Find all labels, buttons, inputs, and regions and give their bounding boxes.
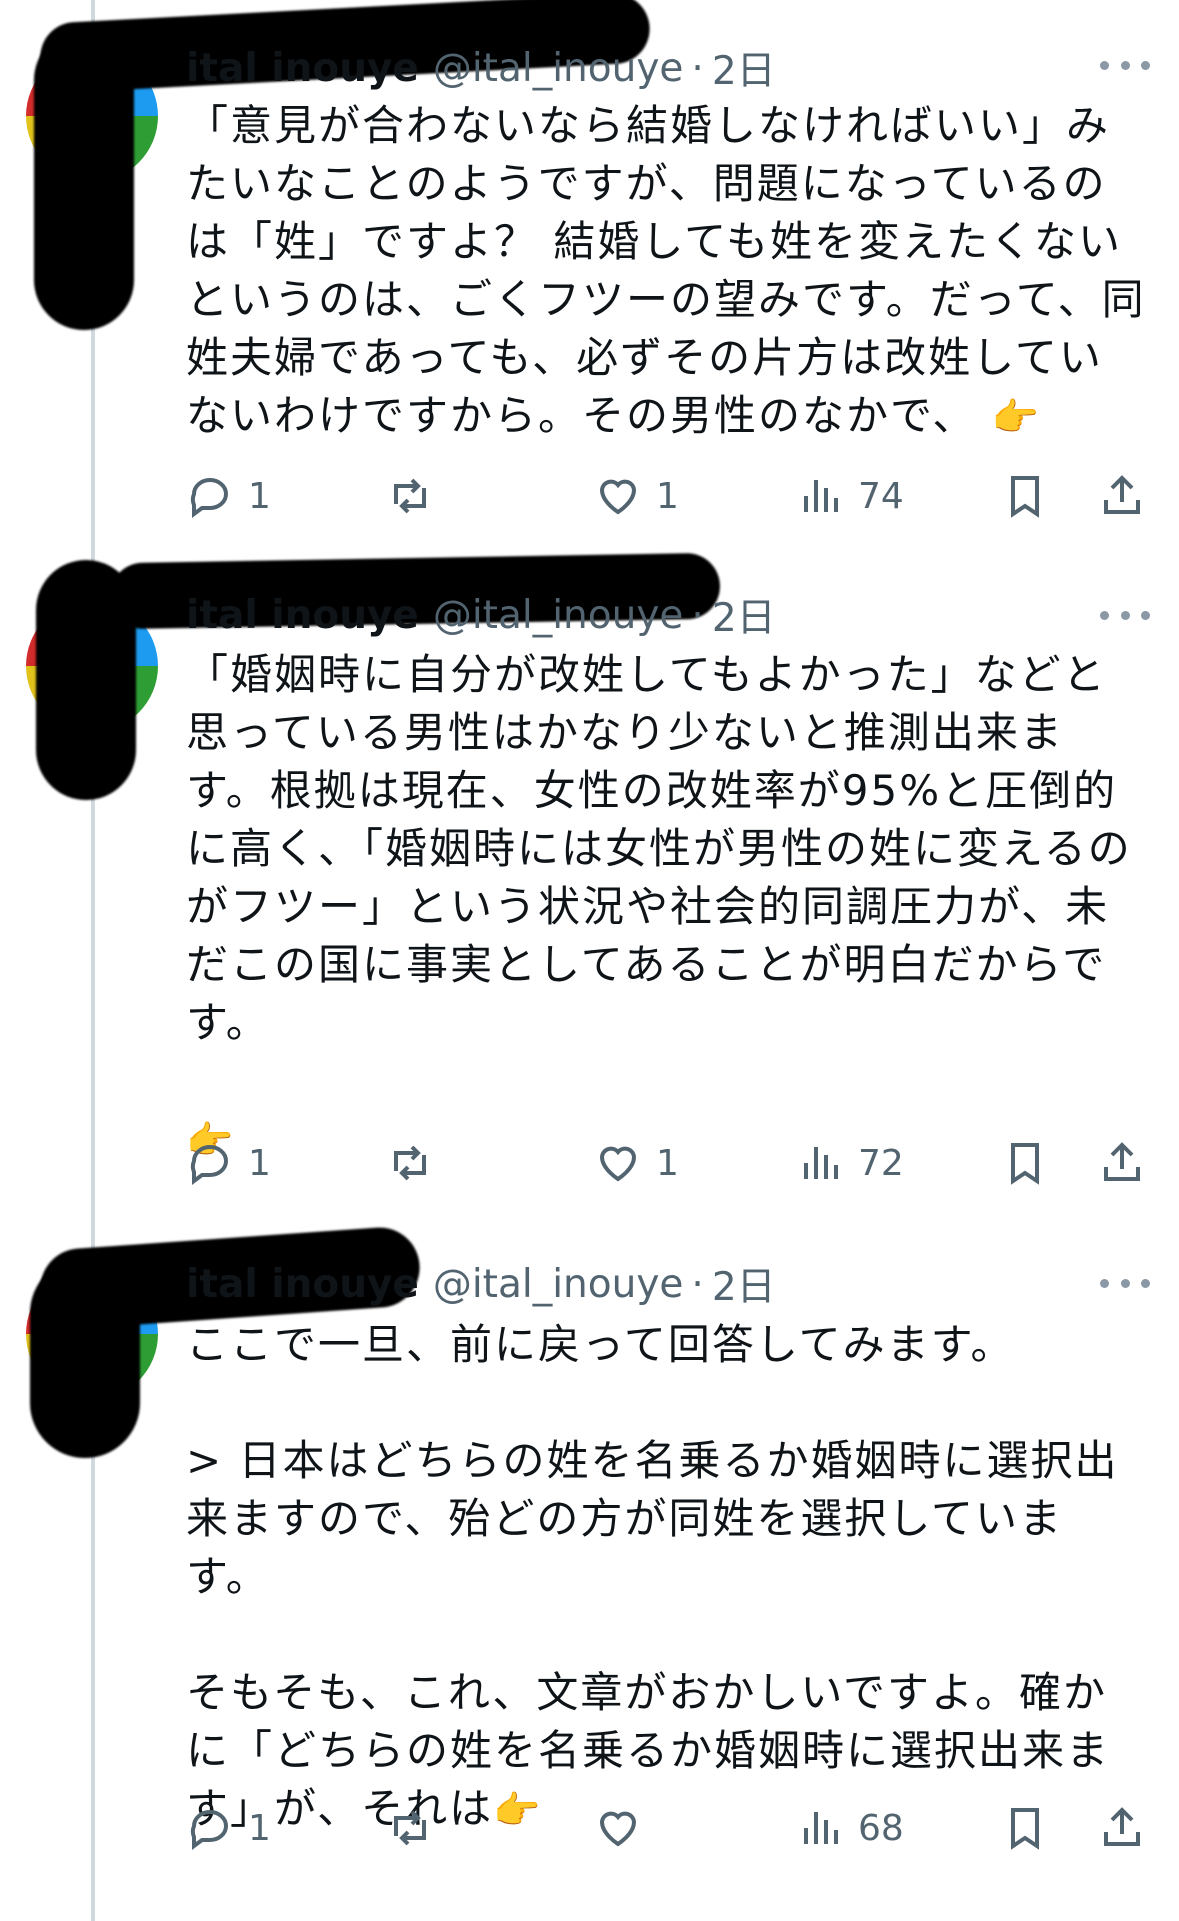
repost-icon xyxy=(394,1810,426,1846)
share-button[interactable] xyxy=(1098,466,1146,526)
separator-dot: · xyxy=(691,592,704,638)
timestamp[interactable]: 2日 xyxy=(712,587,776,643)
bookmark-button[interactable] xyxy=(1001,466,1049,526)
separator-dot: · xyxy=(691,45,704,91)
like-count: 1 xyxy=(656,475,679,517)
action-bar: 1 1 72 xyxy=(186,1133,1146,1193)
heart-icon xyxy=(599,1146,637,1182)
like-button[interactable] xyxy=(594,1798,656,1858)
bookmark-icon xyxy=(1011,476,1039,518)
repost-button[interactable] xyxy=(386,1133,434,1193)
reply-icon xyxy=(190,1145,228,1185)
views-button[interactable]: 72 xyxy=(796,1133,904,1193)
tweet-header: ital inouye @ital_inouye · 2日 xyxy=(186,1254,776,1314)
user-handle[interactable]: @ital_inouye xyxy=(433,593,684,638)
timestamp[interactable]: 2日 xyxy=(712,40,776,96)
reply-count: 1 xyxy=(248,1807,271,1849)
views-button[interactable]: 68 xyxy=(796,1798,904,1858)
reply-button[interactable]: 1 xyxy=(186,466,271,526)
heart-icon xyxy=(599,1811,637,1847)
views-icon xyxy=(804,480,838,512)
separator-dot: · xyxy=(691,1261,704,1307)
bookmark-icon xyxy=(1011,1143,1039,1185)
like-button[interactable]: 1 xyxy=(594,1133,679,1193)
timestamp[interactable]: 2日 xyxy=(712,1256,776,1312)
action-bar: 1 68 xyxy=(186,1798,1146,1858)
user-handle[interactable]: @ital_inouye xyxy=(433,46,684,91)
view-count: 72 xyxy=(858,1142,904,1184)
share-icon xyxy=(1104,1807,1140,1846)
view-count: 68 xyxy=(858,1807,904,1849)
bookmark-icon xyxy=(1011,1808,1039,1850)
reply-icon xyxy=(190,1810,228,1850)
share-button[interactable] xyxy=(1098,1798,1146,1858)
views-button[interactable]: 74 xyxy=(796,466,904,526)
repost-icon xyxy=(394,478,426,514)
more-icon[interactable] xyxy=(1100,605,1150,625)
repost-button[interactable] xyxy=(386,1798,434,1858)
tweet-text: 「意見が合わないなら結婚しなければいい」みたいなことのようですが、問題になってい… xyxy=(186,101,1146,440)
display-name[interactable]: ital inouye xyxy=(186,1262,419,1307)
more-icon[interactable] xyxy=(1100,55,1150,75)
bookmark-button[interactable] xyxy=(1001,1133,1049,1193)
like-count: 1 xyxy=(656,1142,679,1184)
views-icon xyxy=(804,1812,838,1844)
views-icon xyxy=(804,1147,838,1179)
share-icon xyxy=(1104,1142,1140,1181)
bookmark-button[interactable] xyxy=(1001,1798,1049,1858)
reply-count: 1 xyxy=(248,475,271,517)
repost-button[interactable] xyxy=(386,466,434,526)
share-icon xyxy=(1104,475,1140,514)
like-button[interactable]: 1 xyxy=(594,466,679,526)
repost-icon xyxy=(394,1145,426,1181)
display-name[interactable]: ital inouye xyxy=(186,46,419,91)
view-count: 74 xyxy=(858,475,904,517)
display-name[interactable]: ital inouye xyxy=(186,593,419,638)
reply-button[interactable]: 1 xyxy=(186,1133,271,1193)
more-icon[interactable] xyxy=(1100,1273,1150,1293)
pointing-hand-emoji: 👉 xyxy=(991,395,1042,439)
tweet-text: ここで一旦、前に戻って回答してみます。 > 日本はどちらの姓を名乗るか婚姻時に選… xyxy=(186,1320,1119,1833)
tweet-header: ital inouye @ital_inouye · 2日 xyxy=(186,38,776,98)
tweet-header: ital inouye @ital_inouye · 2日 xyxy=(186,585,776,645)
reply-button[interactable]: 1 xyxy=(186,1798,271,1858)
reply-count: 1 xyxy=(248,1142,271,1184)
share-button[interactable] xyxy=(1098,1133,1146,1193)
reply-icon xyxy=(190,478,228,518)
action-bar: 1 1 74 xyxy=(186,466,1146,526)
heart-icon xyxy=(599,479,637,515)
user-handle[interactable]: @ital_inouye xyxy=(433,1262,684,1307)
tweet-text: 「婚姻時に自分が改姓してもよかった」などと思っている男性はかなり少ないと推測出来… xyxy=(186,650,1132,1162)
